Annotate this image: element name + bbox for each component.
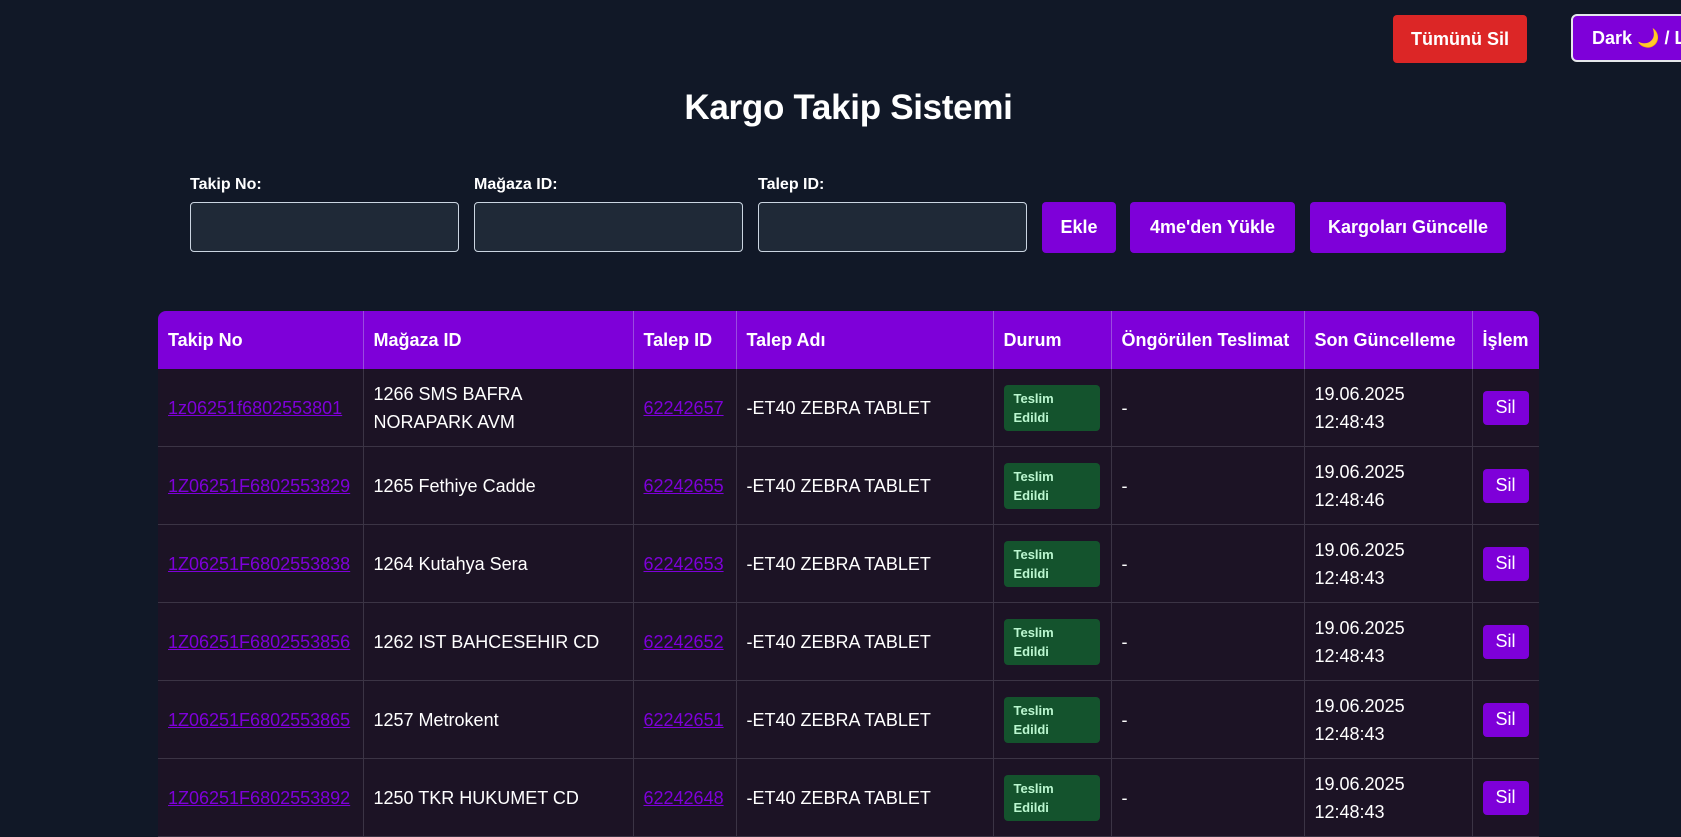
request-id-link[interactable]: 62242657 — [644, 398, 724, 418]
request-name-cell: -ET40 ZEBRA TABLET — [736, 369, 994, 447]
table-row: 1z06251f6802553801 1266 SMS BAFRA NORAPA… — [158, 369, 1539, 447]
tracking-number-link[interactable]: 1Z06251F6802553865 — [168, 710, 350, 730]
store-id-cell: 1266 SMS BAFRA NORAPARK AVM — [363, 369, 634, 447]
page-title: Kargo Takip Sistemi — [684, 88, 1013, 127]
last-update-cell: 19.06.2025 12:48:43 — [1304, 758, 1473, 837]
last-update-cell: 19.06.2025 12:48:43 — [1304, 524, 1473, 603]
tracking-number-link[interactable]: 1Z06251F6802553838 — [168, 554, 350, 574]
talep-id-input[interactable] — [758, 202, 1027, 252]
talep-id-field-group: Talep ID: — [758, 176, 1027, 252]
table-row: 1Z06251F6802553865 1257 Metrokent 622426… — [158, 680, 1539, 759]
table-row: 1Z06251F6802553892 1250 TKR HUKUMET CD 6… — [158, 758, 1539, 837]
estimated-delivery-cell: - — [1111, 602, 1305, 681]
table-row: 1Z06251F6802553856 1262 IST BAHCESEHIR C… — [158, 602, 1539, 681]
request-id-link[interactable]: 62242653 — [644, 554, 724, 574]
estimated-delivery-cell: - — [1111, 758, 1305, 837]
request-id-link[interactable]: 62242655 — [644, 476, 724, 496]
magaza-id-input[interactable] — [474, 202, 743, 252]
store-id-cell: 1257 Metrokent — [363, 680, 634, 759]
column-header-son-guncelleme[interactable]: Son Güncelleme — [1304, 311, 1473, 369]
delete-row-button[interactable]: Sil — [1482, 624, 1529, 659]
status-badge: Teslim Edildi — [1003, 384, 1100, 431]
takip-no-field-group: Takip No: — [190, 176, 459, 252]
estimated-delivery-cell: - — [1111, 369, 1305, 447]
load-from-4me-button[interactable]: 4me'den Yükle — [1130, 202, 1295, 253]
last-update-cell: 19.06.2025 12:48:46 — [1304, 446, 1473, 525]
shipments-table-container: Takip No Mağaza ID Talep ID Talep Adı Du… — [158, 311, 1539, 837]
takip-no-input[interactable] — [190, 202, 459, 252]
column-header-islem: İşlem — [1472, 311, 1539, 369]
tracking-number-link[interactable]: 1Z06251F6802553892 — [168, 788, 350, 808]
delete-row-button[interactable]: Sil — [1482, 468, 1529, 503]
request-name-cell: -ET40 ZEBRA TABLET — [736, 524, 994, 603]
table-row: 1Z06251F6802553829 1265 Fethiye Cadde 62… — [158, 446, 1539, 525]
request-id-link[interactable]: 62242648 — [644, 788, 724, 808]
store-id-cell: 1250 TKR HUKUMET CD — [363, 758, 634, 837]
column-header-durum[interactable]: Durum — [993, 311, 1112, 369]
column-header-ongorulen-teslimat[interactable]: Öngörülen Teslimat — [1111, 311, 1305, 369]
tracking-number-link[interactable]: 1Z06251F6802553856 — [168, 632, 350, 652]
top-bar: Tümünü Sil Dark 🌙 / Light ☀ — [0, 14, 1681, 63]
update-shipments-button[interactable]: Kargoları Güncelle — [1310, 202, 1506, 253]
request-name-cell: -ET40 ZEBRA TABLET — [736, 446, 994, 525]
column-header-talep-id[interactable]: Talep ID — [633, 311, 737, 369]
delete-row-button[interactable]: Sil — [1482, 390, 1529, 425]
request-name-cell: -ET40 ZEBRA TABLET — [736, 758, 994, 837]
last-update-cell: 19.06.2025 12:48:43 — [1304, 680, 1473, 759]
talep-id-label: Talep ID: — [758, 176, 825, 193]
column-header-talep-adi[interactable]: Talep Adı — [736, 311, 994, 369]
estimated-delivery-cell: - — [1111, 524, 1305, 603]
request-name-cell: -ET40 ZEBRA TABLET — [736, 680, 994, 759]
store-id-cell: 1262 IST BAHCESEHIR CD — [363, 602, 634, 681]
column-header-magaza-id[interactable]: Mağaza ID — [363, 311, 634, 369]
takip-no-label: Takip No: — [190, 176, 262, 193]
last-update-cell: 19.06.2025 12:48:43 — [1304, 369, 1473, 447]
delete-row-button[interactable]: Sil — [1482, 546, 1529, 581]
store-id-cell: 1264 Kutahya Sera — [363, 524, 634, 603]
status-badge: Teslim Edildi — [1003, 774, 1100, 821]
status-badge: Teslim Edildi — [1003, 618, 1100, 665]
tracking-number-link[interactable]: 1Z06251F6802553829 — [168, 476, 350, 496]
status-badge: Teslim Edildi — [1003, 696, 1100, 743]
status-badge: Teslim Edildi — [1003, 462, 1100, 509]
add-button[interactable]: Ekle — [1042, 202, 1116, 253]
request-id-link[interactable]: 62242651 — [644, 710, 724, 730]
status-badge: Teslim Edildi — [1003, 540, 1100, 587]
estimated-delivery-cell: - — [1111, 680, 1305, 759]
delete-row-button[interactable]: Sil — [1482, 702, 1529, 737]
estimated-delivery-cell: - — [1111, 446, 1305, 525]
tracking-number-link[interactable]: 1z06251f6802553801 — [168, 398, 342, 418]
magaza-id-label: Mağaza ID: — [474, 176, 558, 193]
delete-all-button[interactable]: Tümünü Sil — [1393, 15, 1527, 63]
last-update-cell: 19.06.2025 12:48:43 — [1304, 602, 1473, 681]
magaza-id-field-group: Mağaza ID: — [474, 176, 743, 252]
delete-row-button[interactable]: Sil — [1482, 780, 1529, 815]
shipments-table: Takip No Mağaza ID Talep ID Talep Adı Du… — [158, 311, 1539, 837]
table-row: 1Z06251F6802553838 1264 Kutahya Sera 622… — [158, 524, 1539, 603]
theme-toggle-button[interactable]: Dark 🌙 / Light ☀ — [1571, 14, 1681, 62]
store-id-cell: 1265 Fethiye Cadde — [363, 446, 634, 525]
request-id-link[interactable]: 62242652 — [644, 632, 724, 652]
table-header-row: Takip No Mağaza ID Talep ID Talep Adı Du… — [158, 311, 1539, 369]
column-header-takip-no[interactable]: Takip No — [158, 311, 364, 369]
request-name-cell: -ET40 ZEBRA TABLET — [736, 602, 994, 681]
